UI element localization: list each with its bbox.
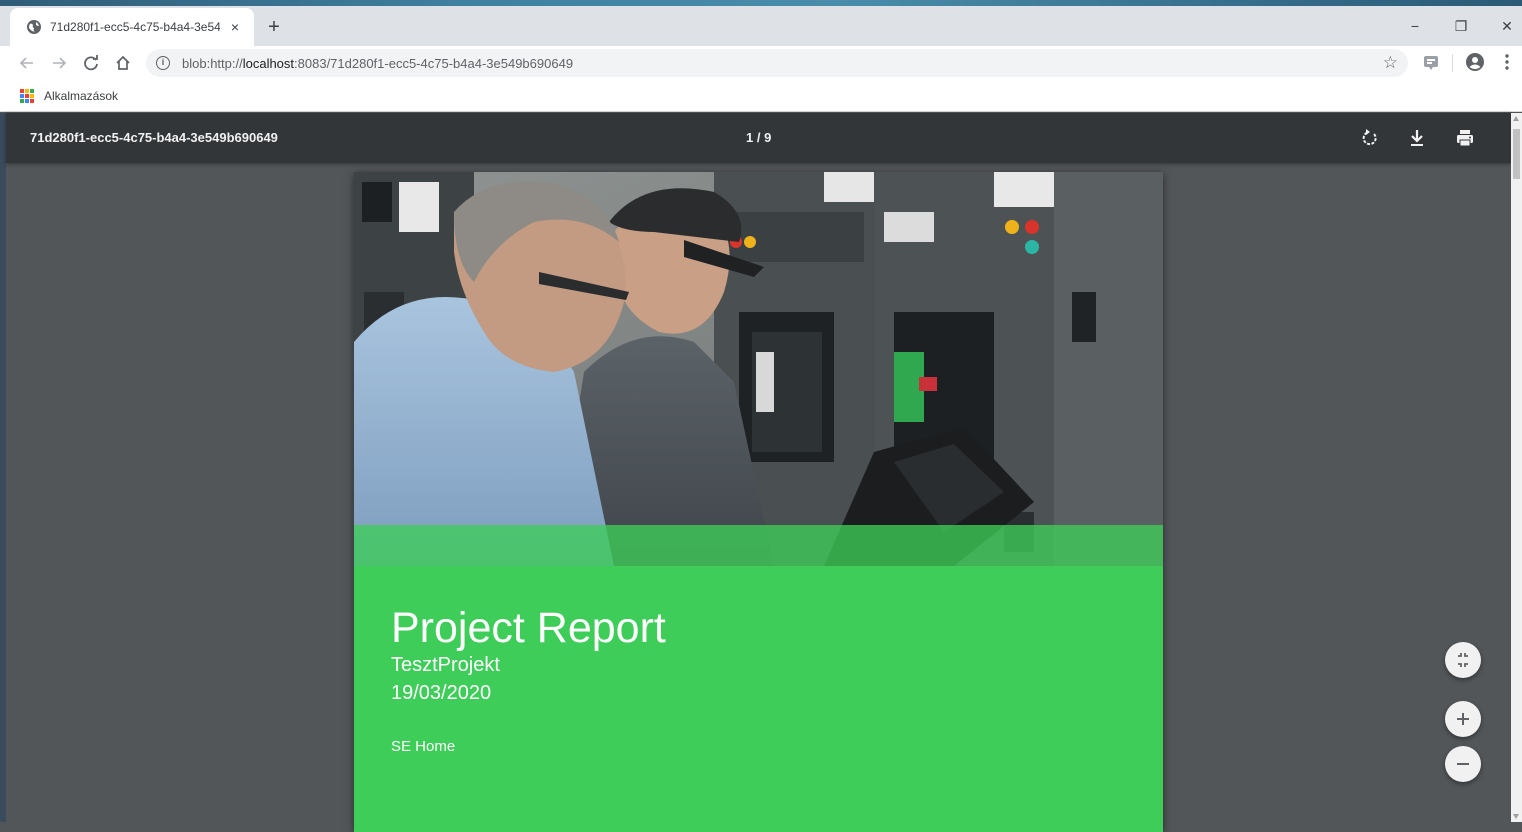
menu-kebab-icon[interactable] [1497, 52, 1517, 72]
pdf-page: Project Report TesztProjekt 19/03/2020 S… [354, 172, 1163, 832]
minimize-button[interactable]: − [1392, 12, 1438, 40]
tab-close-icon[interactable]: × [226, 18, 244, 36]
apps-grid-icon[interactable] [20, 88, 34, 103]
browser-toolbar: i blob:http://localhost:8083/71d280f1-ec… [0, 46, 1522, 80]
scroll-down-arrow-icon[interactable] [1513, 814, 1519, 819]
back-icon[interactable] [14, 50, 40, 76]
restore-button[interactable]: ❐ [1438, 12, 1484, 40]
apps-bookmark-label[interactable]: Alkalmazások [44, 89, 118, 103]
reload-icon[interactable] [78, 50, 104, 76]
cover-photo [354, 172, 1163, 566]
zoom-out-button[interactable] [1445, 746, 1481, 782]
report-date: 19/03/2020 [391, 682, 492, 704]
address-bar[interactable]: i blob:http://localhost:8083/71d280f1-ec… [146, 49, 1408, 77]
profile-avatar-icon[interactable] [1465, 52, 1485, 72]
extension-icon[interactable] [1421, 52, 1441, 72]
home-icon[interactable] [110, 50, 136, 76]
print-icon[interactable] [1452, 125, 1478, 151]
fit-to-page-button[interactable] [1445, 642, 1481, 678]
rotate-icon[interactable] [1357, 125, 1383, 151]
zoom-in-icon [1457, 713, 1469, 725]
download-icon[interactable] [1404, 125, 1430, 151]
tab-title: 71d280f1-ecc5-4c75-b4a4-3e549b690649 [50, 20, 220, 34]
report-title: Project Report [391, 604, 666, 652]
bookmarks-bar: Alkalmazások [0, 80, 1522, 112]
browser-tab-strip: 71d280f1-ecc5-4c75-b4a4-3e549b690649 × +… [0, 0, 1522, 46]
scroll-thumb[interactable] [1513, 129, 1520, 179]
toolbar-divider [1452, 54, 1453, 72]
zoom-out-icon [1457, 763, 1469, 765]
zoom-in-button[interactable] [1445, 701, 1481, 737]
green-overlay-band [354, 525, 1163, 566]
scroll-up-arrow-icon[interactable] [1513, 116, 1519, 121]
address-url[interactable]: blob:http://localhost:8083/71d280f1-ecc5… [182, 56, 573, 71]
url-path: :8083/71d280f1-ecc5-4c75-b4a4-3e549b6906… [294, 55, 574, 71]
browser-tab[interactable]: 71d280f1-ecc5-4c75-b4a4-3e549b690649 × [10, 8, 254, 46]
report-project-name: TesztProjekt [391, 654, 500, 676]
page-indicator: 1 / 9 [746, 130, 772, 145]
url-scheme: blob:http:// [182, 55, 243, 71]
site-info-icon[interactable]: i [156, 56, 170, 70]
scrollbar[interactable] [1511, 113, 1522, 822]
url-host: localhost [242, 55, 295, 71]
globe-icon [27, 20, 41, 34]
window-edge [0, 113, 6, 822]
pdf-toolbar: 71d280f1-ecc5-4c75-b4a4-3e549b690649 1 /… [6, 113, 1511, 163]
pdf-document-title: 71d280f1-ecc5-4c75-b4a4-3e549b690649 [30, 130, 278, 145]
report-company: SE Home [391, 738, 456, 755]
close-window-button[interactable]: ✕ [1484, 12, 1522, 40]
fit-to-page-icon [1458, 653, 1468, 667]
forward-icon[interactable] [46, 50, 72, 76]
bookmark-star-icon[interactable]: ☆ [1383, 53, 1398, 73]
new-tab-button[interactable]: + [262, 16, 286, 40]
